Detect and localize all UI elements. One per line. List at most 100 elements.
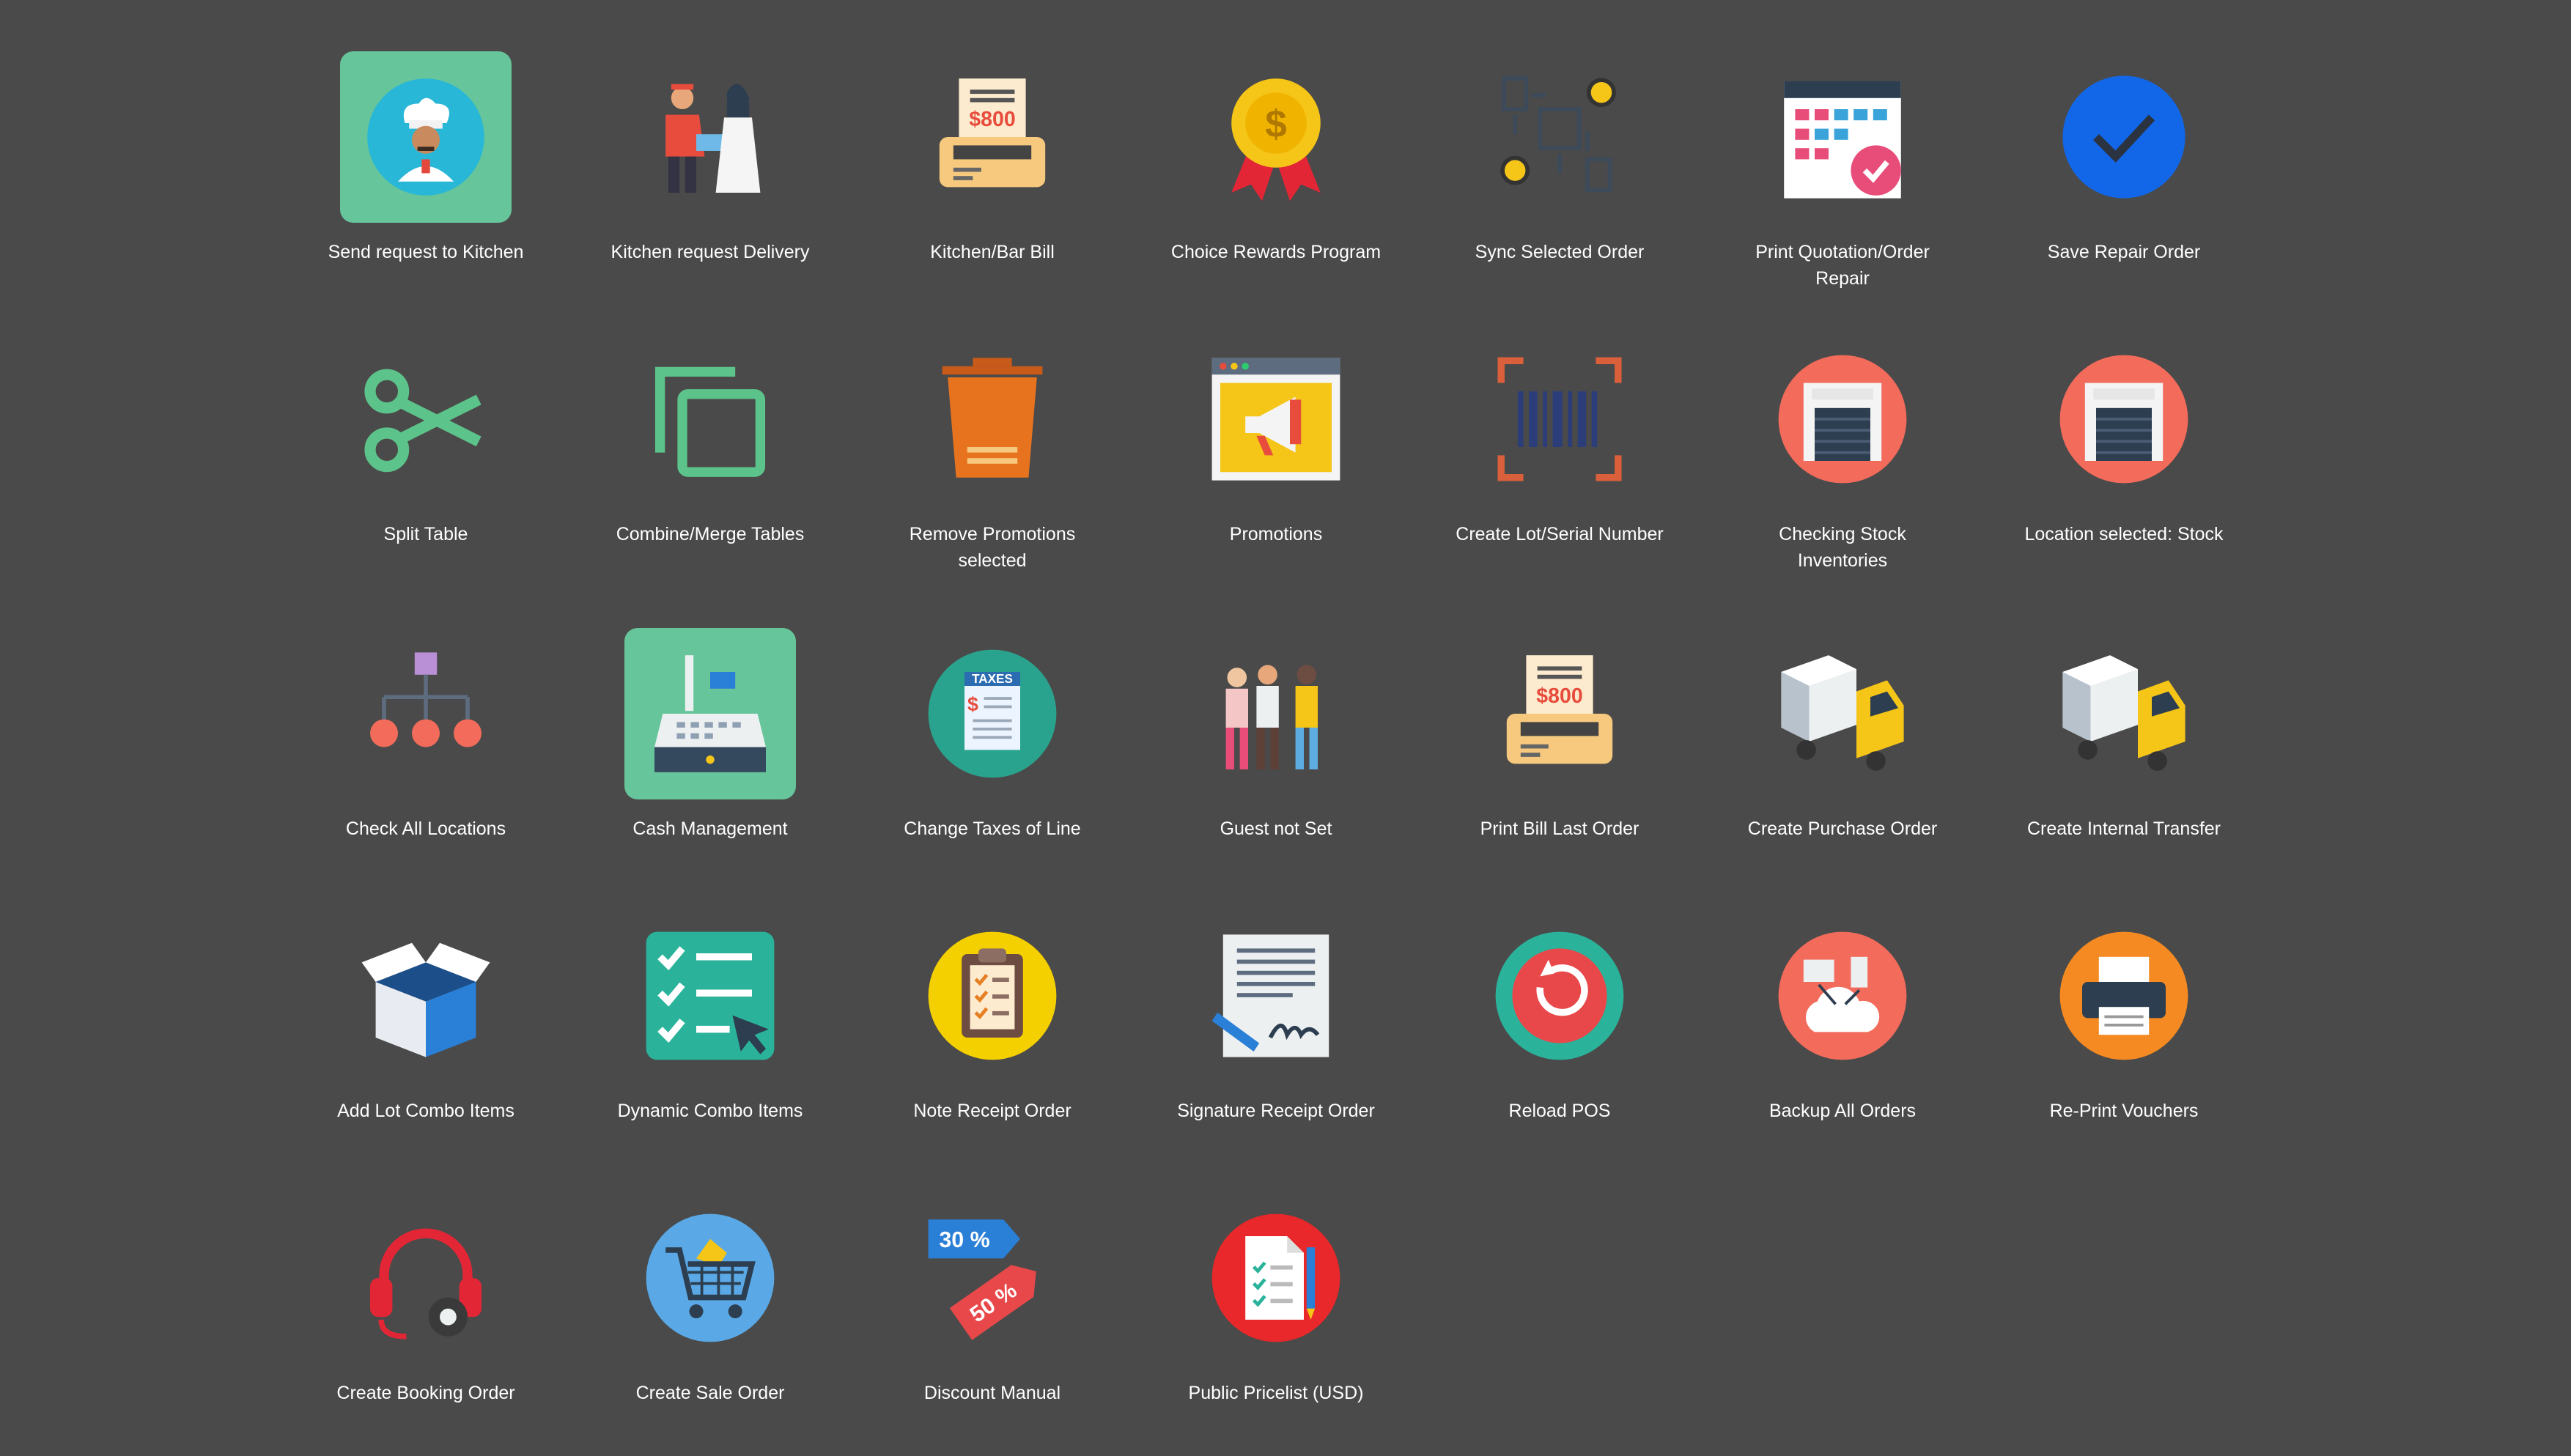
trash-bin-icon <box>907 333 1078 505</box>
action-tile[interactable]: Checking Stock Inventories <box>1711 333 1974 597</box>
action-label: Backup All Orders <box>1768 1101 1917 1121</box>
svg-text:30 %: 30 % <box>939 1227 989 1252</box>
action-tile[interactable]: $800 Print Bill Last Order <box>1428 628 1692 892</box>
action-tile[interactable]: Guest not Set <box>1144 628 1408 892</box>
checklist-cursor-icon <box>624 910 796 1082</box>
action-tile[interactable]: Print Quotation/Order Repair <box>1711 51 1974 315</box>
merge-squares-icon <box>624 333 796 505</box>
svg-text:$: $ <box>967 693 978 715</box>
action-tile[interactable]: Add Lot Combo Items <box>294 910 558 1174</box>
action-tile[interactable]: Combine/Merge Tables <box>578 333 842 597</box>
action-tile[interactable]: TAXES $ Change Taxes of Line <box>860 628 1124 892</box>
action-label: Guest not Set <box>1220 818 1332 839</box>
printer-icon <box>2038 910 2210 1082</box>
action-label: Re-Print Vouchers <box>2049 1101 2199 1121</box>
calendar-check-icon <box>1757 51 1928 223</box>
action-tile[interactable]: Create Lot/Serial Number <box>1428 333 1692 597</box>
action-label: Print Quotation/Order Repair <box>1755 242 1930 289</box>
svg-text:$800: $800 <box>969 108 1015 131</box>
action-tile[interactable]: 30 % 50 % Discount Manual <box>860 1192 1124 1456</box>
action-label: Checking Stock Inventories <box>1779 524 1906 571</box>
action-label: Save Repair Order <box>2047 242 2201 262</box>
action-tile[interactable]: $ Choice Rewards Program <box>1144 51 1408 315</box>
action-label: Kitchen/Bar Bill <box>930 242 1055 262</box>
svg-text:TAXES: TAXES <box>972 672 1013 686</box>
action-tile[interactable]: Create Internal Transfer <box>1992 628 2256 892</box>
document-pencil-icon <box>1190 1192 1362 1364</box>
action-label: Location selected: Stock <box>2024 524 2224 544</box>
action-label: Public Pricelist (USD) <box>1188 1383 1364 1403</box>
taxes-document-icon: TAXES $ <box>907 628 1078 799</box>
scissors-icon <box>340 333 512 505</box>
pos-action-grid: Send request to Kitchen Kitchen request D… <box>0 0 2571 1445</box>
action-label: Create Sale Order <box>635 1383 785 1403</box>
warehouse-icon <box>2038 333 2210 505</box>
barcode-icon <box>1474 333 1645 505</box>
discount-tags-icon: 30 % 50 % <box>907 1192 1078 1364</box>
action-tile[interactable]: Split Table <box>294 333 558 597</box>
action-label: Create Booking Order <box>336 1383 515 1403</box>
action-tile[interactable]: Remove Promotions selected <box>860 333 1124 597</box>
action-label: Reload POS <box>1508 1101 1611 1121</box>
action-tile[interactable]: Backup All Orders <box>1711 910 1974 1174</box>
reload-power-icon <box>1474 910 1645 1082</box>
action-label: Note Receipt Order <box>913 1101 1071 1121</box>
action-tile[interactable]: Create Purchase Order <box>1711 628 1974 892</box>
action-tile[interactable]: Signature Receipt Order <box>1144 910 1408 1174</box>
action-label: Add Lot Combo Items <box>337 1101 514 1121</box>
signature-document-icon <box>1190 910 1362 1082</box>
action-label: Combine/Merge Tables <box>616 524 805 544</box>
action-label: Create Purchase Order <box>1747 818 1938 839</box>
action-label: Create Lot/Serial Number <box>1456 524 1664 544</box>
guests-group-icon <box>1190 628 1362 799</box>
action-label: Create Internal Transfer <box>2026 818 2221 839</box>
shopping-cart-icon <box>624 1192 796 1364</box>
action-tile[interactable]: Reload POS <box>1428 910 1692 1174</box>
action-tile[interactable]: Promotions <box>1144 333 1408 597</box>
action-tile[interactable]: Cash Management <box>578 628 842 892</box>
cloud-backup-icon <box>1757 910 1928 1082</box>
truck-icon <box>2038 628 2210 799</box>
action-label: Sync Selected Order <box>1475 242 1645 262</box>
action-label: Discount Manual <box>923 1383 1061 1403</box>
truck-icon <box>1757 628 1928 799</box>
svg-text:$: $ <box>1265 103 1287 146</box>
action-tile[interactable]: Check All Locations <box>294 628 558 892</box>
cash-register-icon <box>624 628 796 799</box>
action-label: Split Table <box>383 524 468 544</box>
action-tile[interactable]: Re-Print Vouchers <box>1992 910 2256 1174</box>
action-tile[interactable]: Create Booking Order <box>294 1192 558 1456</box>
action-tile[interactable]: Dynamic Combo Items <box>578 910 842 1174</box>
action-label: Remove Promotions selected <box>909 524 1076 571</box>
svg-text:$800: $800 <box>1536 684 1582 708</box>
action-label: Promotions <box>1229 524 1323 544</box>
sync-workflow-icon <box>1474 51 1645 223</box>
action-label: Dynamic Combo Items <box>617 1101 803 1121</box>
headset-icon <box>340 1192 512 1364</box>
megaphone-icon <box>1190 333 1362 505</box>
action-tile[interactable]: Create Sale Order <box>578 1192 842 1456</box>
open-box-icon <box>340 910 512 1082</box>
action-label: Send request to Kitchen <box>328 242 524 262</box>
printer-bill-icon: $800 <box>1474 628 1645 799</box>
action-tile[interactable]: $800 Kitchen/Bar Bill <box>860 51 1124 315</box>
printer-bill-icon: $800 <box>907 51 1078 223</box>
action-label: Print Bill Last Order <box>1480 818 1639 839</box>
action-label: Choice Rewards Program <box>1170 242 1382 262</box>
chef-icon <box>340 51 512 223</box>
hierarchy-icon <box>340 628 512 799</box>
action-label: Cash Management <box>632 818 788 839</box>
action-tile[interactable]: Location selected: Stock <box>1992 333 2256 597</box>
action-label: Check All Locations <box>345 818 506 839</box>
action-tile[interactable]: Kitchen request Delivery <box>578 51 842 315</box>
action-tile[interactable]: Sync Selected Order <box>1428 51 1692 315</box>
action-label: Signature Receipt Order <box>1177 1101 1375 1121</box>
action-tile[interactable]: Send request to Kitchen <box>294 51 558 315</box>
action-label: Change Taxes of Line <box>904 818 1081 839</box>
delivery-person-icon <box>624 51 796 223</box>
reward-badge-icon: $ <box>1190 51 1362 223</box>
action-tile[interactable]: Save Repair Order <box>1992 51 2256 315</box>
action-tile[interactable]: Note Receipt Order <box>860 910 1124 1174</box>
action-tile[interactable]: Public Pricelist (USD) <box>1144 1192 1408 1456</box>
warehouse-icon <box>1757 333 1928 505</box>
